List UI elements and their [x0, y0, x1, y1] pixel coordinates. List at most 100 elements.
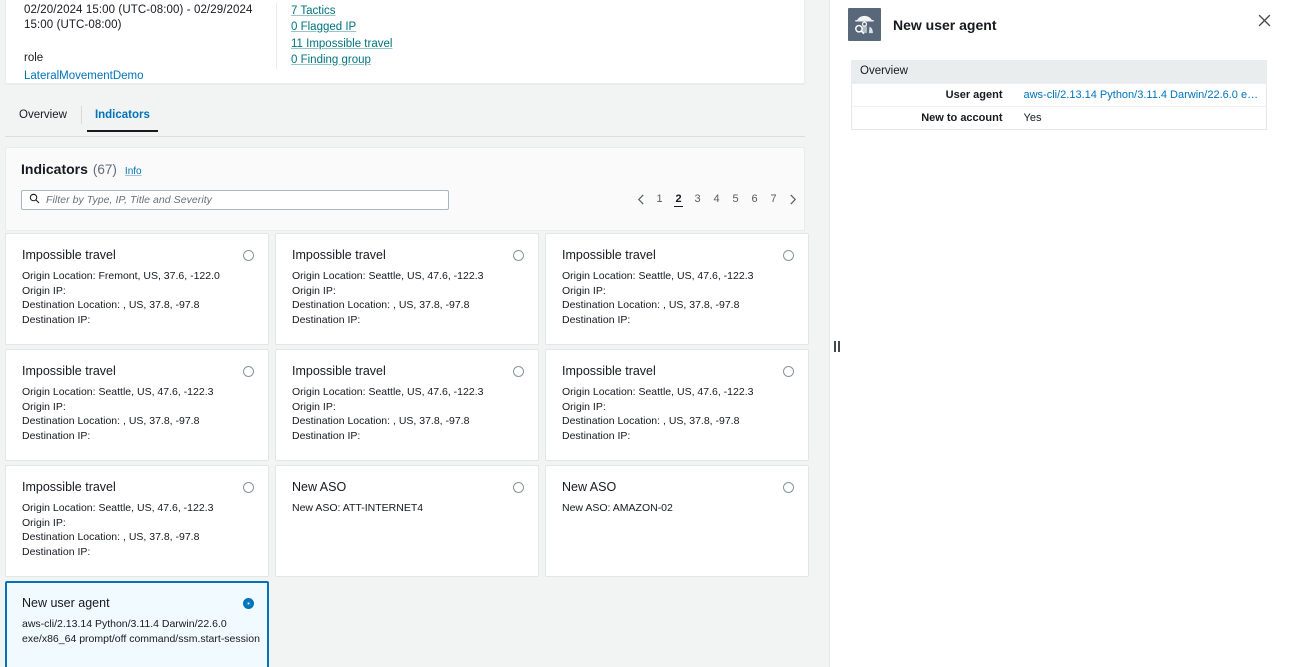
- stat-link-tactics[interactable]: 7 Tactics: [291, 3, 392, 19]
- date-range-text: 02/20/2024 15:00 (UTC-08:00) - 02/29/202…: [24, 4, 253, 31]
- summary-details: 02/20/2024 15:00 (UTC-08:00) - 02/29/202…: [24, 3, 276, 83]
- indicator-card-detail-line: Origin Location: Seattle, US, 47.6, -122…: [292, 386, 484, 398]
- tab-bar: Overview Indicators: [5, 102, 805, 136]
- indicator-card-detail-line: Origin Location: Seattle, US, 47.6, -122…: [22, 502, 214, 514]
- indicator-card[interactable]: Impossible travel Origin Location: Seattl…: [275, 233, 539, 345]
- indicator-card-detail-line: Destination Location: , US, 37.8, -97.8: [22, 299, 200, 311]
- indicator-card-detail-line: Destination Location: , US, 37.8, -97.8: [22, 531, 200, 543]
- app-root: 02/20/2024 15:00 (UTC-08:00) - 02/29/202…: [0, 0, 1289, 667]
- overview-table-caption: Overview: [851, 60, 1267, 83]
- role-label: role: [24, 52, 44, 64]
- indicator-card-title: New ASO: [292, 480, 347, 494]
- info-link[interactable]: Info: [125, 166, 142, 177]
- overview-key-user-agent: User agent: [851, 83, 1015, 107]
- page-5[interactable]: 5: [726, 188, 745, 210]
- radio-unselected-icon[interactable]: [243, 482, 254, 493]
- overview-value-user-agent[interactable]: aws-cli/2.13.14 Python/3.11.4 Darwin/22.…: [1014, 83, 1267, 107]
- indicator-card-detail-line: Origin IP:: [562, 400, 606, 413]
- indicator-card-title: Impossible travel: [562, 248, 656, 262]
- detail-panel-header: New user agent: [848, 8, 996, 41]
- overview-value-new-to-account: Yes: [1014, 106, 1267, 130]
- indicator-card-detail-line: Destination Location: , US, 37.8, -97.8: [292, 415, 470, 427]
- close-icon[interactable]: [1256, 12, 1272, 28]
- resize-handle-icon[interactable]: [833, 341, 840, 352]
- role-value: LateralMovementDemo: [24, 70, 144, 82]
- tab-indicators[interactable]: Indicators: [80, 102, 164, 132]
- indicator-card-detail-line: Destination Location: , US, 37.8, -97.8: [562, 299, 740, 311]
- chevron-right-icon[interactable]: [783, 188, 802, 210]
- indicator-card-detail-line: New ASO: AMAZON-02: [562, 502, 673, 514]
- radio-unselected-icon[interactable]: [513, 366, 524, 377]
- indicator-card-title: Impossible travel: [292, 248, 386, 262]
- page-7[interactable]: 7: [764, 188, 783, 210]
- indicator-card-detail-line: Destination IP:: [292, 429, 361, 442]
- detail-panel-title: New user agent: [893, 16, 997, 33]
- indicator-card-detail-line: Destination IP:: [562, 429, 631, 442]
- indicator-card-detail-line: Origin IP:: [22, 400, 66, 413]
- indicator-card[interactable]: Impossible travel Origin Location: Seattl…: [5, 465, 269, 577]
- indicator-card-detail-line: Origin Location: Seattle, US, 47.6, -122…: [562, 386, 754, 398]
- radio-unselected-icon[interactable]: [243, 250, 254, 261]
- radio-unselected-icon[interactable]: [783, 482, 794, 493]
- overview-table: Overview User agent aws-cli/2.13.14 Pyth…: [851, 60, 1267, 130]
- indicators-count: (67): [92, 162, 117, 177]
- stat-link-flagged-ip[interactable]: 0 Flagged IP: [291, 19, 392, 35]
- indicator-card[interactable]: New ASO New ASO: ATT-INTERNET4: [275, 465, 539, 577]
- page-6[interactable]: 6: [745, 188, 764, 210]
- stat-link-impossible-travel[interactable]: 11 Impossible travel: [291, 36, 392, 52]
- radio-unselected-icon[interactable]: [513, 250, 524, 261]
- radio-unselected-icon[interactable]: [783, 366, 794, 377]
- indicator-card[interactable]: New user agent aws-cli/2.13.14 Python/3.1…: [5, 581, 269, 667]
- indicator-card[interactable]: New ASO New ASO: AMAZON-02: [545, 465, 809, 577]
- detective-icon: [848, 8, 881, 41]
- search-icon: [29, 191, 40, 209]
- indicator-card-detail-line: Origin IP:: [562, 284, 606, 297]
- indicator-card-title: New ASO: [562, 480, 617, 494]
- indicator-card-grid: Impossible travel Origin Location: Fremon…: [5, 233, 815, 667]
- indicator-card-detail-line: Origin IP:: [292, 400, 336, 413]
- indicator-card-title: Impossible travel: [22, 480, 116, 494]
- page-3[interactable]: 3: [688, 188, 707, 210]
- table-row: User agent aws-cli/2.13.14 Python/3.11.4…: [851, 83, 1267, 107]
- summary-stats: 7 Tactics 0 Flagged IP 11 Impossible tra…: [277, 3, 392, 83]
- indicator-card-detail-line: exe/x86_64 prompt/off command/ssm.start-…: [22, 632, 260, 645]
- indicator-card-detail-line: Origin Location: Seattle, US, 47.6, -122…: [22, 386, 214, 398]
- indicator-card[interactable]: Impossible travel Origin Location: Seattl…: [275, 349, 539, 461]
- indicators-title: Indicators: [21, 161, 88, 177]
- filter-input[interactable]: Filter by Type, IP, Title and Severity: [21, 190, 449, 210]
- chevron-left-icon[interactable]: [631, 188, 650, 210]
- card-row: Impossible travel Origin Location: Seattl…: [5, 465, 815, 577]
- indicator-card[interactable]: Impossible travel Origin Location: Seattl…: [5, 349, 269, 461]
- indicator-card-detail-line: aws-cli/2.13.14 Python/3.11.4 Darwin/22.…: [22, 618, 227, 630]
- radio-selected-icon[interactable]: [243, 598, 254, 609]
- indicator-card-detail-line: Destination Location: , US, 37.8, -97.8: [22, 415, 200, 427]
- indicator-card-title: New user agent: [22, 596, 110, 610]
- radio-unselected-icon[interactable]: [243, 366, 254, 377]
- table-row: New to account Yes: [851, 106, 1267, 130]
- pane-splitter[interactable]: [829, 0, 843, 667]
- pagination: 1 2 3 4 5 6 7: [631, 188, 802, 210]
- card-row: Impossible travel Origin Location: Seattl…: [5, 349, 815, 461]
- indicator-card-detail-line: Origin Location: Seattle, US, 47.6, -122…: [292, 270, 484, 282]
- card-row: New user agent aws-cli/2.13.14 Python/3.1…: [5, 581, 815, 667]
- page-1[interactable]: 1: [650, 188, 669, 210]
- indicator-card-detail-line: Destination IP:: [22, 429, 91, 442]
- radio-unselected-icon[interactable]: [783, 250, 794, 261]
- page-2[interactable]: 2: [669, 188, 688, 210]
- indicator-card-detail-line: Destination Location: , US, 37.8, -97.8: [292, 299, 470, 311]
- indicator-card-title: Impossible travel: [562, 364, 656, 378]
- indicator-card-detail-line: Origin IP:: [292, 284, 336, 297]
- indicator-card[interactable]: Impossible travel Origin Location: Seattl…: [545, 233, 809, 345]
- indicator-card-detail-line: Origin Location: Fremont, US, 37.6, -122…: [22, 270, 220, 282]
- indicator-card-detail-line: Destination IP:: [292, 313, 361, 326]
- overview-key-new-to-account: New to account: [851, 106, 1015, 130]
- radio-unselected-icon[interactable]: [513, 482, 524, 493]
- summary-card: 02/20/2024 15:00 (UTC-08:00) - 02/29/202…: [5, 0, 805, 84]
- indicator-card-detail-line: Origin Location: Seattle, US, 47.6, -122…: [562, 270, 754, 282]
- card-row: Impossible travel Origin Location: Fremon…: [5, 233, 815, 345]
- stat-link-finding-group[interactable]: 0 Finding group: [291, 52, 392, 68]
- indicator-card[interactable]: Impossible travel Origin Location: Fremon…: [5, 233, 269, 345]
- page-4[interactable]: 4: [707, 188, 726, 210]
- tab-overview[interactable]: Overview: [5, 102, 81, 132]
- indicator-card[interactable]: Impossible travel Origin Location: Seattl…: [545, 349, 809, 461]
